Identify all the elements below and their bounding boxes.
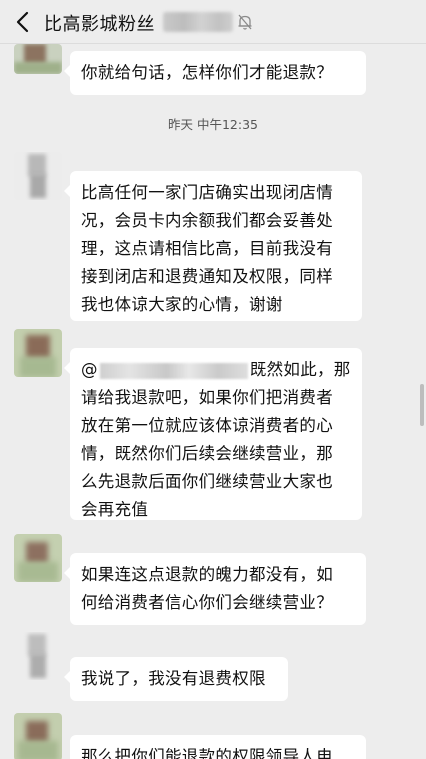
mention-at: @ (81, 360, 98, 379)
message-text: 会再充值 (81, 500, 149, 519)
message-bubble[interactable]: 如果连这点退款的魄力都没有，如 何给消费者信心你们会继续营业？ (64, 553, 366, 625)
redacted-mention (99, 362, 248, 379)
message-bubble[interactable]: 你就给句话，怎样你们才能退款？ (64, 51, 366, 95)
avatar[interactable] (14, 713, 62, 759)
scrollbar[interactable] (420, 384, 424, 426)
redacted-name (163, 12, 233, 32)
message-bubble[interactable]: 比高任何一家门店确实出现闭店情 况，会员卡内余额我们都会妥善处 理，这点请相信比… (64, 171, 362, 321)
message-text: 我也体谅大家的心情，谢谢 (81, 295, 283, 314)
chat-title: 比高影城粉丝 (44, 14, 155, 35)
bell-muted-icon (238, 14, 252, 30)
message-timestamp: 昨天 中午12:35 (168, 117, 258, 132)
message-text: 如果连这点退款的魄力都没有，如 (81, 565, 333, 584)
message-text: 接到闭店和退费通知及权限，同样 (81, 267, 333, 286)
message-text: 理，这点请相信比高，目前我没有 (81, 239, 333, 258)
message-bubble[interactable]: 那么把你们能退款的权限领导人电 (70, 735, 366, 759)
message-bubble[interactable]: @ 既然如此，那 请给我退款吧，如果你们把消费者 放在第一位就应该体谅消费者的心 … (64, 348, 362, 520)
back-chevron-icon[interactable] (10, 9, 36, 35)
message-text: 么先退款后面你们继续营业大家也 (81, 472, 333, 491)
message-text: 那么把你们能退款的权限领导人电 (81, 747, 333, 759)
avatar[interactable] (14, 534, 62, 582)
message-text: 比高任何一家门店确实出现闭店情 (81, 183, 333, 202)
chat-header: 比高影城粉丝 (0, 0, 426, 44)
message-text: 你就给句话，怎样你们才能退款？ (81, 63, 333, 82)
avatar[interactable] (14, 632, 62, 680)
message-first-line: @ 既然如此，那 (81, 356, 362, 384)
message-text: 情，既然你们后续会继续营业，那 (81, 444, 333, 463)
message-bubble[interactable]: 我说了，我没有退费权限 (64, 657, 288, 701)
avatar[interactable] (14, 44, 62, 74)
avatar[interactable] (14, 329, 62, 377)
message-text: 况，会员卡内余额我们都会妥善处 (81, 211, 333, 230)
message-text: 既然如此，那 (249, 360, 351, 379)
avatar[interactable] (14, 152, 62, 200)
message-text: 何给消费者信心你们会继续营业？ (81, 593, 333, 612)
message-text: 放在第一位就应该体谅消费者的心 (81, 416, 333, 435)
message-text: 我说了，我没有退费权限 (81, 669, 266, 688)
message-text: 请给我退款吧，如果你们把消费者 (81, 388, 333, 407)
